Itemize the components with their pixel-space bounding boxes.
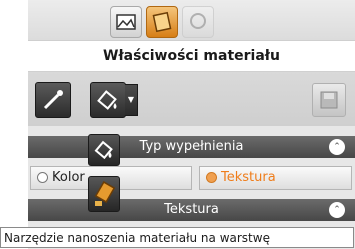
- paint-bucket-icon: [94, 140, 113, 160]
- material-toolbar: [28, 72, 355, 126]
- texture-header[interactable]: Tekstura ⌃: [28, 199, 355, 221]
- eyedropper-button[interactable]: [35, 82, 71, 118]
- tooltip: Narzędzie nanoszenia materiału na warstw…: [0, 227, 354, 248]
- material-brush-icon: [94, 181, 116, 206]
- texture-label: Tekstura: [164, 202, 219, 217]
- radio-kolor-label: Kolor: [52, 170, 85, 185]
- eyedropper-icon: [43, 90, 63, 110]
- material-icon[interactable]: [146, 6, 178, 38]
- radio-dot-icon: [37, 172, 48, 183]
- collapse-icon[interactable]: ⌃: [329, 139, 345, 155]
- panel-title: Właściwości materiału: [28, 41, 355, 72]
- fill-type-label: Typ wypełnienia: [139, 139, 244, 154]
- fill-type-header[interactable]: Typ wypełnienia ⌃: [28, 136, 355, 158]
- radio-tekstura-label: Tekstura: [221, 170, 276, 185]
- paint-bucket-icon: [97, 90, 117, 110]
- dropdown-material-brush-item[interactable]: [88, 176, 120, 212]
- collapse-icon[interactable]: ⌃: [329, 202, 345, 218]
- radio-dot-selected-icon: [206, 172, 217, 183]
- render-icon[interactable]: [182, 6, 214, 38]
- material-apply-dropdown[interactable]: ▼: [125, 84, 138, 116]
- save-button[interactable]: [312, 83, 346, 117]
- radio-tekstura[interactable]: Tekstura: [199, 166, 352, 190]
- dropdown-paint-bucket-item[interactable]: [88, 134, 120, 166]
- save-icon: [320, 91, 338, 109]
- image-icon[interactable]: [110, 6, 142, 38]
- material-apply-button[interactable]: [90, 82, 126, 118]
